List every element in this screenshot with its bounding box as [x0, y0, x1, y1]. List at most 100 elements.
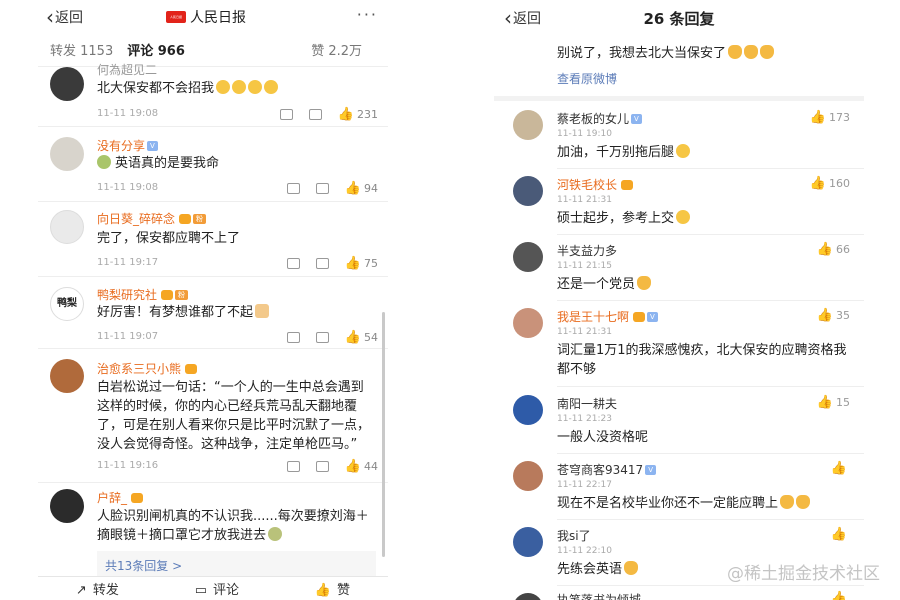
thumbs-up-icon[interactable]: 👍: [345, 181, 361, 196]
view-original-link[interactable]: 查看原微博: [557, 70, 617, 87]
comment-icon[interactable]: [315, 183, 329, 194]
reply-item[interactable]: 执笔落书为倾城 👍: [494, 586, 864, 600]
emoji-icon: [676, 144, 691, 158]
avatar[interactable]: [50, 359, 84, 393]
comment-icon[interactable]: [315, 461, 329, 472]
reply-item[interactable]: 南阳一耕夫 11-11 21:23 一般人没资格呢 👍 15: [494, 388, 864, 454]
tab-likes[interactable]: 赞 2.2万: [311, 40, 362, 59]
comment-text: 英语真的是要我命: [97, 154, 376, 173]
avatar[interactable]: [513, 176, 543, 206]
like-count: 94: [364, 182, 378, 195]
comment-icon[interactable]: [315, 332, 329, 343]
reply-time: 11-11 21:31: [557, 327, 612, 337]
comment-author[interactable]: 向日葵_碎碎念粉: [97, 210, 207, 227]
reply-item[interactable]: 半支益力多 11-11 21:15 还是一个党员 👍 66: [494, 235, 864, 301]
view-replies-link[interactable]: 共13条回复 >: [97, 551, 376, 577]
comment-item[interactable]: 何為超见二 北大保安都不会招我 11-11 19:08 👍 231: [38, 63, 388, 127]
account-title[interactable]: 人民日报 人民日报: [166, 7, 246, 27]
avatar[interactable]: [50, 210, 84, 244]
sad-emoji-icon: [216, 80, 231, 94]
avatar[interactable]: [513, 593, 543, 600]
avatar[interactable]: [50, 489, 84, 523]
crown-icon: [161, 289, 174, 300]
reply-like[interactable]: 👍: [831, 591, 850, 600]
like-button[interactable]: 👍 赞: [315, 579, 350, 598]
reply-author[interactable]: 我是王十七啊 V: [557, 308, 658, 325]
reply-author[interactable]: 我si了: [557, 527, 591, 544]
avatar[interactable]: [513, 461, 543, 491]
share-icon[interactable]: [286, 332, 300, 343]
sad-emoji-icon: [248, 80, 263, 94]
reply-like[interactable]: 👍 66: [817, 242, 850, 257]
reply-text: 一般人没资格呢: [557, 430, 649, 445]
reply-item[interactable]: 苍穹商客93417 V 11-11 22:17 现在不是名校毕业你还不一定能应聘上…: [494, 454, 864, 520]
comment-item[interactable]: 鸭梨 鸭梨研究社粉 好厉害！有梦想谁都了不起 11-11 19:07 👍 54: [38, 277, 388, 349]
comment-item[interactable]: 治愈系三只小熊 白岩松说过一句话：“一个人的一生中总会遇到这样的时候，你的内心已…: [38, 349, 388, 483]
reply-like[interactable]: 👍 15: [817, 395, 850, 410]
avatar[interactable]: [513, 308, 543, 338]
more-menu-icon[interactable]: ···: [357, 5, 378, 24]
comment-text: 人脸识别闸机真的不认识我......每次要撩刘海＋摘眼镜＋摘口罩它才放我进去: [97, 509, 369, 543]
reply-like[interactable]: 👍 160: [810, 176, 850, 191]
comment-item[interactable]: 户辞_ 人脸识别闸机真的不认识我......每次要撩刘海＋摘眼镜＋摘口罩它才放我…: [38, 483, 388, 583]
tab-comments[interactable]: 评论 966: [127, 40, 185, 59]
reply-like[interactable]: 👍 35: [817, 308, 850, 323]
comment-author[interactable]: 治愈系三只小熊: [97, 360, 198, 377]
crown-icon: [185, 363, 198, 374]
avatar[interactable]: [513, 395, 543, 425]
comment-author[interactable]: 鸭梨研究社粉: [97, 286, 189, 303]
scrollbar[interactable]: [382, 312, 385, 557]
share-icon[interactable]: [279, 109, 293, 120]
reply-author[interactable]: 执笔落书为倾城: [557, 591, 641, 600]
reply-like[interactable]: 👍: [831, 527, 850, 542]
reply-author[interactable]: 半支益力多: [557, 242, 617, 259]
avatar[interactable]: [50, 137, 84, 171]
cat-emoji-icon: [796, 495, 811, 509]
back-button[interactable]: ‹ 返回: [504, 8, 541, 28]
avatar[interactable]: 鸭梨: [50, 287, 84, 321]
avatar[interactable]: [50, 67, 84, 101]
thumbs-up-icon[interactable]: 👍: [338, 107, 354, 122]
tab-repost[interactable]: 转发 1153: [50, 40, 113, 59]
back-label: 返回: [55, 9, 83, 26]
reply-author[interactable]: 河铁毛校长: [557, 176, 634, 193]
comment-icon[interactable]: [315, 258, 329, 269]
avatar[interactable]: [513, 242, 543, 272]
back-button[interactable]: ‹ 返回: [46, 7, 83, 27]
comment-item[interactable]: 向日葵_碎碎念粉 完了，保安都应聘不上了 11-11 19:17 👍 75: [38, 202, 388, 277]
cat-emoji-icon: [780, 495, 795, 509]
reply-author[interactable]: 南阳一耕夫: [557, 395, 617, 412]
reply-author[interactable]: 蔡老板的女儿 V: [557, 110, 642, 127]
comment-author[interactable]: 没有分享 V: [97, 137, 158, 154]
comment-item[interactable]: 没有分享 V 英语真的是要我命 11-11 19:08 👍 94: [38, 127, 388, 202]
thumbs-up-icon[interactable]: 👍: [345, 330, 361, 345]
comment-text: 北大保安都不会招我: [97, 79, 376, 98]
reply-text: 加油，千万别拖后腿: [557, 143, 850, 162]
share-icon[interactable]: [286, 461, 300, 472]
avatar[interactable]: [513, 110, 543, 140]
crown-icon: [621, 179, 634, 190]
comment-actions: 👍 75: [271, 256, 378, 271]
comment-icon[interactable]: [308, 109, 322, 120]
reply-time: 11-11 21:31: [557, 195, 612, 205]
reply-author[interactable]: 苍穹商客93417 V: [557, 461, 656, 478]
share-icon[interactable]: [286, 183, 300, 194]
reply-item[interactable]: 我是王十七啊 V 11-11 21:31 词汇量1万1的我深感愧疚，北大保安的应聘…: [494, 301, 864, 389]
thumbs-up-icon[interactable]: 👍: [345, 459, 361, 474]
crown-icon: [633, 311, 646, 322]
replies-list: 蔡老板的女儿 V 11-11 19:10 加油，千万别拖后腿 👍 173 河铁毛校长…: [494, 101, 864, 600]
comment-author[interactable]: 何為超见二: [97, 61, 157, 78]
repost-button[interactable]: ↗ 转发: [76, 579, 119, 598]
reply-item[interactable]: 河铁毛校长 11-11 21:31 硕士起步，参考上交 👍 160: [494, 169, 864, 235]
comment-time: 11-11 19:07: [97, 331, 159, 342]
chevron-left-icon: ‹: [504, 6, 512, 30]
thumbs-up-icon[interactable]: 👍: [345, 256, 361, 271]
share-icon[interactable]: [286, 258, 300, 269]
avatar[interactable]: [513, 527, 543, 557]
comment-author[interactable]: 户辞_: [97, 489, 144, 506]
comment-button[interactable]: ▭ 评论: [195, 579, 239, 598]
reply-item[interactable]: 蔡老板的女儿 V 11-11 19:10 加油，千万别拖后腿 👍 173: [494, 101, 864, 169]
reply-like[interactable]: 👍: [831, 461, 850, 476]
cat-emoji-icon: [760, 45, 775, 59]
reply-like[interactable]: 👍 173: [810, 110, 850, 125]
